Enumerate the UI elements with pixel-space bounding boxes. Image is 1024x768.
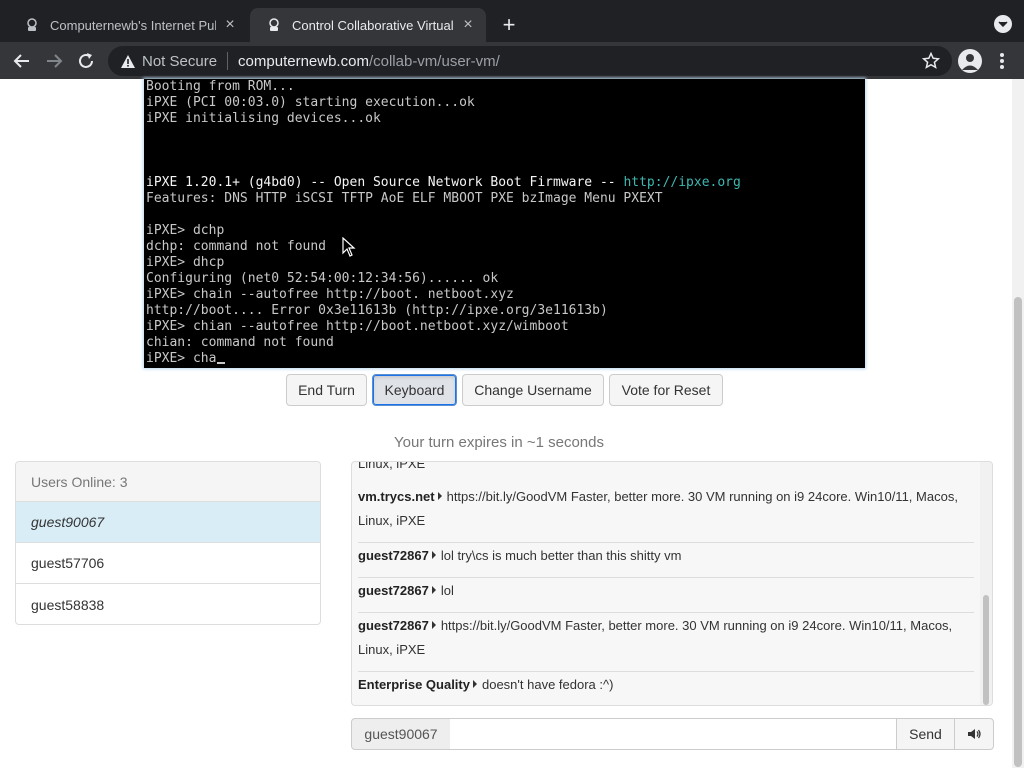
mouse-cursor-icon [342,237,356,257]
users-online-panel: Users Online: 3 guest90067 guest57706 gu… [15,461,321,625]
tab-title: Computernewb's Internet Pub [50,17,216,33]
tab-title: Control Collaborative Virtual M [292,17,454,33]
turn-status-text: Your turn expires in ~1 seconds [394,434,604,451]
vm-line-text: iPXE initialising devices...ok [146,111,381,126]
caret-right-icon [431,621,436,629]
vm-terminal-line: Features: DNS HTTP iSCSI TFTP AoE ELF MB… [146,191,663,207]
user-list-item[interactable]: guest57706 [16,543,320,584]
keyboard-button[interactable]: Keyboard [372,374,457,406]
browser-tab-bar: Computernewb's Internet Pub × Control Co… [0,0,1024,42]
vm-line-text: iPXE 1.20.1+ (g4bd0) -- Open Source Netw… [146,175,624,190]
chat-messages: Linux, iPXE vm.trycs.net https://bit.ly/G… [352,462,978,705]
forward-arrow-icon[interactable] [43,50,65,72]
vm-terminal-line: iPXE> chian --autofree http://boot.netbo… [146,319,569,335]
sound-toggle-button[interactable] [954,718,994,750]
vm-line-text: iPXE> dhcp [146,255,225,270]
chat-scrollbar-thumb[interactable] [983,595,989,705]
computernewb-favicon-icon [266,17,282,33]
vm-terminal-line: chian: command not found [146,335,334,351]
chat-message: vm.trycs.net https://bit.ly/GoodVM Faster… [358,485,974,543]
chat-message-text: doesn't have fedora :^) [481,677,614,692]
caret-right-icon [437,492,442,500]
vm-terminal-line: iPXE> dchp [146,223,224,239]
vote-reset-button[interactable]: Vote for Reset [609,374,723,406]
browser-tab-collab-vm[interactable]: Control Collaborative Virtual M × [250,8,486,42]
chat-message-text: lol [440,583,454,598]
vm-terminal-line: iPXE> chain --autofree http://boot. netb… [146,287,514,303]
users-online-header: Users Online: 3 [16,462,320,502]
speaker-volume-icon [968,729,981,739]
send-button[interactable]: Send [896,718,955,750]
chat-username[interactable]: guest72867 [358,618,429,633]
chat-username-label: guest90067 [351,718,451,750]
chat-message-text: Linux, iPXE [358,462,426,471]
profile-avatar-icon[interactable] [958,49,982,73]
vm-line-text: chian: command not found [146,335,334,350]
vm-terminal-line: dchp: command not found [146,239,326,255]
end-turn-button[interactable]: End Turn [286,374,367,406]
chat-username[interactable]: Enterprise Quality [358,677,470,692]
change-username-button[interactable]: Change Username [462,374,604,406]
vm-display[interactable]: Booting from ROM... iPXE (PCI 00:03.0) st… [144,79,865,368]
chat-username[interactable]: guest72867 [358,548,429,563]
reload-icon[interactable] [75,50,97,72]
back-arrow-icon[interactable] [11,50,33,72]
vm-terminal-line: iPXE> cha [146,351,226,367]
chat-message-text: https://bit.ly/GoodVM Faster, better mor… [358,618,953,657]
security-status[interactable]: Not Secure [142,53,217,70]
chat-input[interactable] [450,718,897,750]
url-path: /collab-vm/user-vm/ [368,52,500,70]
page-scrollbar-thumb[interactable] [1014,297,1022,767]
chat-message: Enterprise Quality doesn't have fedora :^… [358,673,974,705]
vm-line-text: iPXE> chian --autofree http://boot.netbo… [146,319,569,334]
text-cursor [217,362,226,364]
user-list-item-self[interactable]: guest90067 [16,502,320,543]
vm-terminal-line: iPXE initialising devices...ok [146,111,381,127]
chat-message-text: https://bit.ly/GoodVM Faster, better mor… [358,489,958,528]
chat-username[interactable]: guest72867 [358,583,429,598]
chat-message-partial: Linux, iPXE [358,462,974,481]
bookmark-star-icon[interactable] [921,51,941,70]
computernewb-favicon-icon [24,17,40,33]
warning-triangle-icon[interactable] [120,53,136,69]
caret-right-icon [431,586,436,594]
address-bar[interactable]: Not Secure computernewb.com/collab-vm/us… [108,46,952,76]
browser-menu-icon[interactable] [996,51,1008,71]
chat-message: guest72867 lol [358,579,974,613]
vm-terminal-line: iPXE> dhcp [146,255,224,271]
new-tab-plus-icon[interactable]: + [498,14,520,36]
chat-message: guest72867 lol try\cs is much better than… [358,544,974,578]
vm-terminal-line: iPXE (PCI 00:03.0) starting execution...… [146,95,475,111]
vm-line-text: http://boot.... Error 0x3e11613b (http:/… [146,303,608,318]
vm-line-text: Configuring (net0 52:54:00:12:34:56)....… [146,271,499,286]
close-icon[interactable]: × [222,16,238,33]
vm-line-text: iPXE> chain --autofree http://boot. netb… [146,287,514,302]
vm-line-text: dchp: command not found [146,239,327,254]
vm-line-link: http://ipxe.org [623,175,741,190]
chat-message-text: lol try\cs is much better than this shit… [440,548,682,563]
vm-terminal-line: Booting from ROM... [146,79,295,95]
browser-tab-internet-pub[interactable]: Computernewb's Internet Pub × [8,8,248,42]
vm-terminal-line: http://boot.... Error 0x3e11613b (http:/… [146,303,608,319]
chat-username[interactable]: vm.trycs.net [358,489,435,504]
url-host: computernewb.com [238,52,369,70]
browser-toolbar: Not Secure computernewb.com/collab-vm/us… [0,42,1024,79]
vm-line-text: Booting from ROM... [146,79,295,94]
vm-line-text: iPXE> cha [146,351,217,366]
address-separator [227,52,229,70]
tab-search-chevron-icon[interactable] [994,15,1012,33]
caret-right-icon [431,551,436,559]
chat-panel[interactable]: Linux, iPXE vm.trycs.net https://bit.ly/G… [351,461,993,706]
chat-message: guest72867 https://bit.ly/GoodVM Faster, … [358,614,974,672]
close-icon[interactable]: × [460,16,476,33]
caret-right-icon [472,680,477,688]
vm-line-text: iPXE (PCI 00:03.0) starting execution...… [146,95,475,110]
vm-terminal-line: iPXE 1.20.1+ (g4bd0) -- Open Source Netw… [146,175,741,191]
chat-scrollbar[interactable] [980,462,992,705]
vm-terminal-line: Configuring (net0 52:54:00:12:34:56)....… [146,271,498,287]
user-list-item[interactable]: guest58838 [16,584,320,624]
page-scrollbar[interactable] [1012,79,1024,768]
vm-line-text: Features: DNS HTTP iSCSI TFTP AoE ELF MB… [146,191,663,206]
vm-line-text: iPXE> dchp [146,223,225,238]
